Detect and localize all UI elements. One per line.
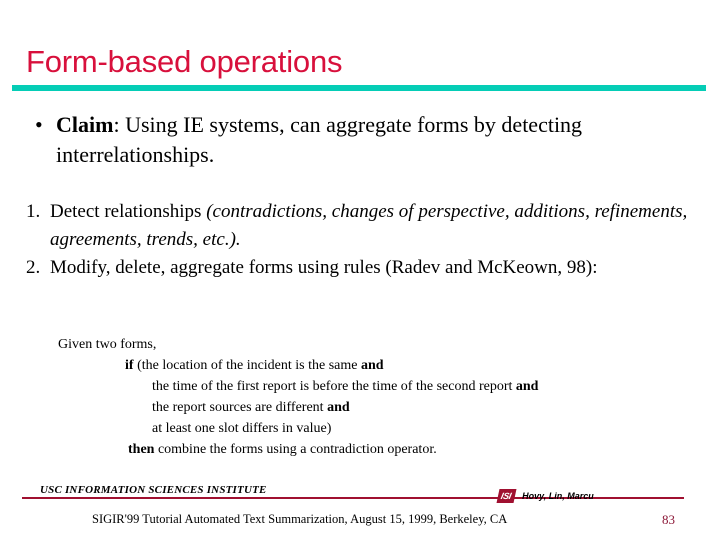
pseudocode-block: Given two forms, if (the location of the… — [58, 334, 678, 460]
list-item-lead: Detect relationships — [50, 201, 207, 222]
pseudocode-line: then combine the forms using a contradic… — [58, 439, 678, 460]
list-item: 1. Detect relationships (contradictions,… — [26, 198, 696, 254]
list-item-body: Modify, delete, aggregate forms using ru… — [50, 254, 696, 282]
claim-text: Claim: Using IE systems, can aggregate f… — [56, 110, 690, 170]
authors-label: Hovy, Lin, Marcu — [522, 491, 594, 501]
pseudocode-keyword-and: and — [327, 400, 350, 415]
pseudocode-pre: the time of the first report is before t… — [152, 379, 516, 394]
pseudocode-line: the report sources are different and — [58, 397, 678, 418]
pseudocode-line: if (the location of the incident is the … — [58, 355, 678, 376]
tutorial-caption: SIGIR'99 Tutorial Automated Text Summari… — [92, 512, 508, 526]
claim-bullet-block: • Claim: Using IE systems, can aggregate… — [30, 110, 690, 170]
pseudocode-pre: at least one slot differs in value) — [152, 421, 332, 436]
page-title: Form-based operations — [26, 44, 343, 79]
institute-name: USC INFORMATION SCIENCES INSTITUTE — [40, 484, 267, 496]
pseudocode-keyword-and: and — [515, 379, 539, 394]
pseudocode-pre: Given two forms, — [58, 337, 157, 352]
list-item-body: Detect relationships (contradictions, ch… — [50, 198, 696, 254]
pseudocode-keyword-and: and — [361, 358, 384, 373]
claim-keyword: Claim — [56, 112, 114, 137]
isi-logo: ISI Hovy, Lin, Marcu — [496, 489, 594, 503]
pseudocode-keyword-if: if — [125, 358, 134, 373]
list-item: 2. Modify, delete, aggregate forms using… — [26, 254, 696, 282]
isi-badge-icon: ISI — [496, 489, 517, 503]
pseudocode-keyword-then: then — [128, 442, 155, 457]
list-item-marker: 2. — [26, 257, 41, 278]
pseudocode-pre: the report sources are different — [152, 400, 328, 415]
pseudocode-line: the time of the first report is before t… — [58, 376, 678, 397]
claim-row: • Claim: Using IE systems, can aggregate… — [30, 110, 690, 170]
list-item-marker: 1. — [26, 201, 41, 222]
title-underline-rule — [12, 85, 706, 91]
claim-body: Using IE systems, can aggregate forms by… — [56, 112, 583, 167]
pseudocode-post: combine the forms using a contradiction … — [154, 442, 437, 457]
bullet-icon: • — [35, 112, 43, 137]
pseudocode-line: Given two forms, — [58, 334, 678, 355]
page-number: 83 — [662, 512, 675, 527]
numbered-list: 1. Detect relationships (contradictions,… — [26, 198, 696, 282]
pseudocode-post: (the location of the incident is the sam… — [133, 358, 361, 373]
pseudocode-line: at least one slot differs in value) — [58, 418, 678, 439]
list-item-lead: Modify, delete, aggregate forms using ru… — [50, 257, 598, 278]
